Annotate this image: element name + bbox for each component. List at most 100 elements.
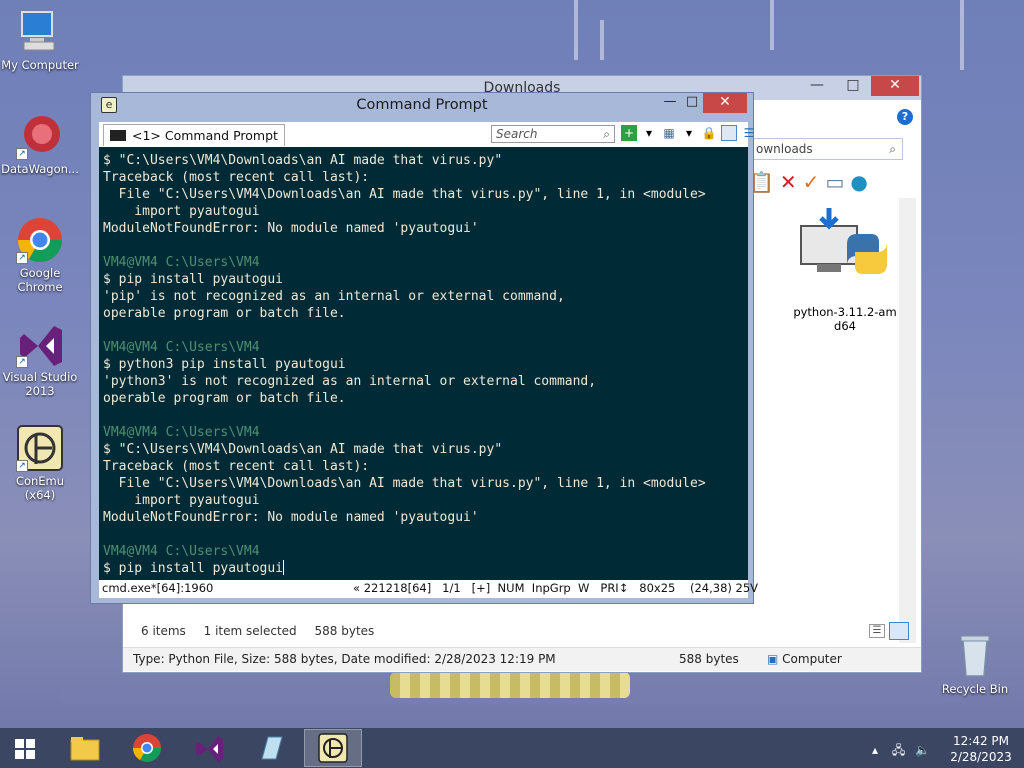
console-title: Command Prompt (356, 97, 488, 113)
desktop-icon-visual-studio[interactable]: ↗ Visual Studio 2013 (0, 320, 80, 398)
terminal-line: Traceback (most recent call last): (103, 170, 370, 185)
help-icon[interactable]: ? (897, 109, 913, 125)
conemu-icon (318, 733, 348, 763)
taskbar-explorer-button[interactable] (56, 729, 114, 767)
computer-icon (16, 8, 64, 56)
clock-time: 12:42 PM (953, 734, 1009, 748)
terminal-line: $ "C:\Users\VM4\Downloads\an AI made tha… (103, 442, 503, 457)
desktop-icon-label: My Computer (1, 58, 79, 72)
taskbar-visual-studio-button[interactable] (180, 729, 238, 767)
terminal-text: $ "C:\Users\VM4\Downloads\an AI made tha… (99, 147, 748, 577)
desktop-icon-label: Recycle Bin (941, 682, 1009, 696)
cmd-icon (110, 130, 126, 141)
terminal-line: ModuleNotFoundError: No module named 'py… (103, 510, 479, 525)
terminal-input-line[interactable]: $ pip install pyautogui (103, 560, 748, 577)
console-search-input[interactable]: Search ⌕ (491, 125, 615, 143)
taskbar-app-button[interactable] (242, 729, 300, 767)
recycle-bin-icon (951, 632, 999, 680)
visual-studio-icon (196, 736, 223, 762)
wallpaper-stripe (574, 0, 578, 60)
desktop-icon-conemu[interactable]: ↗ ConEmu (x64) (0, 424, 80, 502)
explorer-window-controls: — □ ✕ (799, 76, 919, 96)
large-icons-view-icon[interactable] (889, 622, 909, 640)
vertical-scrollbar[interactable] (899, 198, 916, 643)
selection-size: 588 bytes (314, 624, 375, 638)
minimize-button[interactable]: — (659, 93, 681, 113)
text-cursor (283, 560, 285, 575)
console-toolbar: + ▾ ▦ ▾ 🔒 ☰ (621, 125, 757, 141)
explorer-toolbar: 📋 ✕ ✓ ▭ ● (749, 170, 868, 194)
wallpaper-stripe (960, 0, 964, 70)
rename-icon[interactable]: ▭ (825, 170, 844, 194)
console-window[interactable]: e Command Prompt — □ ✕ <1> Command Promp… (90, 92, 758, 604)
terminal-line: 'python3' is not recognized as an intern… (103, 374, 597, 389)
terminal-line: Traceback (most recent call last): (103, 459, 370, 474)
terminal-prompt-line: VM4@VM4 C:\Users\VM4 (103, 544, 260, 559)
menu-icon[interactable]: ☰ (741, 125, 757, 141)
close-button[interactable]: ✕ (871, 76, 919, 96)
wallpaper-stripe (770, 0, 774, 50)
dropdown-arrow-icon[interactable]: ▾ (681, 125, 697, 141)
desktop-icon-chrome[interactable]: ↗ Google Chrome (0, 216, 80, 294)
console-window-controls: — □ ✕ (659, 93, 747, 113)
close-button[interactable]: ✕ (703, 93, 747, 113)
terminal-line: operable program or batch file. (103, 306, 346, 321)
explorer-status-bar: 6 items 1 item selected 588 bytes (141, 624, 388, 638)
properties-icon[interactable]: ● (850, 170, 867, 194)
desktop-icon-datawagon[interactable]: ↗ DataWagon... (0, 112, 80, 176)
console-tab-bar: <1> Command Prompt Search ⌕ + ▾ ▦ ▾ 🔒 ☰ (99, 122, 754, 147)
console-search-placeholder: Search (496, 127, 538, 141)
tab-command-prompt[interactable]: <1> Command Prompt (103, 124, 285, 146)
terminal-line: $ python3 pip install pyautogui (103, 357, 346, 372)
show-hidden-icons-icon[interactable]: ▴ (872, 743, 878, 757)
item-count: 6 items (141, 624, 186, 638)
details-view-icon[interactable]: ☰ (869, 624, 885, 638)
desktop-icon-recycle-bin[interactable]: Recycle Bin (935, 632, 1015, 696)
shortcut-arrow-icon: ↗ (16, 460, 28, 472)
visual-studio-icon: ↗ (16, 320, 64, 368)
split-panel-icon[interactable] (721, 125, 737, 141)
terminal-line: ModuleNotFoundError: No module named 'py… (103, 221, 479, 236)
status-process[interactable]: cmd.exe*[64]:1960 (102, 580, 213, 597)
terminal-line: operable program or batch file. (103, 391, 346, 406)
maximize-button[interactable]: □ (835, 76, 871, 96)
chrome-icon: ↗ (16, 216, 64, 264)
console-status-bar: cmd.exe*[64]:1960 « 221218[64] 1/1 [+] N… (99, 580, 758, 598)
explorer-search-input[interactable]: ownloads ⌕ (751, 138, 903, 160)
terminal-line: $ pip install pyautogui (103, 272, 284, 287)
file-item-python-installer[interactable]: python-3.11.2-amd64 (793, 204, 897, 333)
desktop-icon-label: Visual Studio 2013 (2, 370, 78, 398)
system-tray: ▴ 🖧 🔈 (872, 741, 930, 762)
delete-icon[interactable]: ✕ (780, 170, 797, 194)
taskbar-clock[interactable]: 12:42 PM 2/28/2023 (950, 733, 1012, 765)
folder-icon (70, 737, 100, 761)
volume-icon[interactable]: 🔈 (915, 743, 930, 757)
taskbar-conemu-button[interactable] (304, 729, 362, 767)
taskbar-chrome-button[interactable] (118, 729, 176, 767)
search-icon: ⌕ (889, 142, 896, 156)
dropdown-arrow-icon[interactable]: ▾ (641, 125, 657, 141)
terminal-current-input: $ pip install pyautogui (103, 561, 284, 576)
file-name: python-3.11.2-amd64 (793, 305, 897, 333)
start-button[interactable] (14, 738, 40, 760)
minimize-button[interactable]: — (799, 76, 835, 96)
wallpaper-stripe (600, 20, 604, 60)
desktop-icon-my-computer[interactable]: My Computer (0, 8, 80, 72)
terminal-line: File "C:\Users\VM4\Downloads\an AI made … (103, 187, 706, 202)
new-console-icon[interactable]: + (621, 125, 637, 141)
explorer-details-pane: Type: Python File, Size: 588 bytes, Date… (123, 647, 921, 671)
shortcut-arrow-icon: ↗ (16, 356, 28, 368)
computer-icon: ▣ (767, 652, 779, 666)
datawagon-icon: ↗ (16, 112, 64, 160)
maximize-button[interactable]: □ (681, 93, 703, 113)
terminal-line: import pyautogui (103, 204, 260, 219)
lock-icon[interactable]: 🔒 (701, 125, 717, 141)
window-layout-icon[interactable]: ▦ (661, 125, 677, 141)
terminal-prompt-line: VM4@VM4 C:\Users\VM4 (103, 425, 260, 440)
network-icon[interactable]: 🖧 (892, 743, 905, 757)
python-installer-icon (800, 208, 887, 274)
check-icon[interactable]: ✓ (803, 170, 820, 194)
terminal-output[interactable]: $ "C:\Users\VM4\Downloads\an AI made tha… (99, 147, 748, 580)
